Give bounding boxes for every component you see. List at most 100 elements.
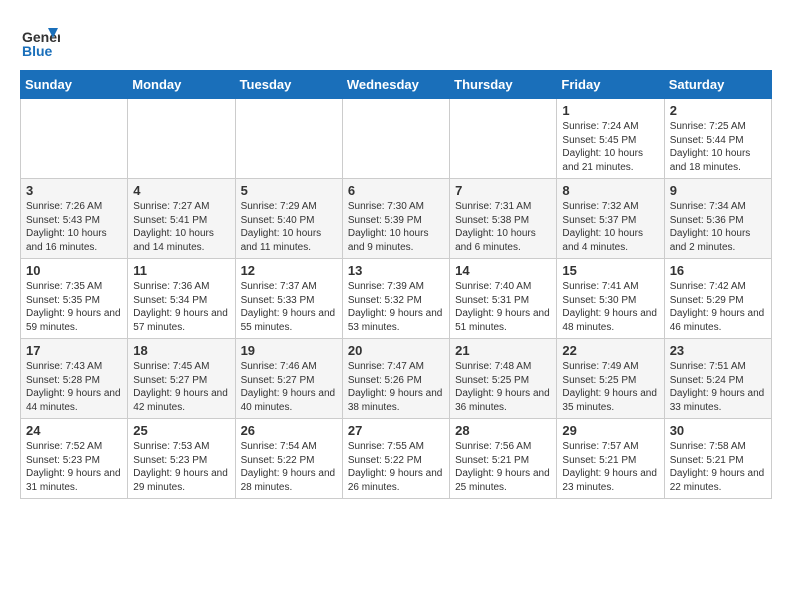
day-number: 18 <box>133 343 229 358</box>
day-number: 13 <box>348 263 444 278</box>
calendar-cell: 27 Sunrise: 7:55 AM Sunset: 5:22 PM Dayli… <box>342 419 449 499</box>
calendar-week-row: 10 Sunrise: 7:35 AM Sunset: 5:35 PM Dayli… <box>21 259 772 339</box>
day-number: 12 <box>241 263 337 278</box>
day-number: 17 <box>26 343 122 358</box>
logo-icon: General Blue <box>20 20 60 60</box>
day-detail: Sunrise: 7:49 AM Sunset: 5:25 PM Dayligh… <box>562 360 658 414</box>
calendar-cell: 26 Sunrise: 7:54 AM Sunset: 5:22 PM Dayli… <box>235 419 342 499</box>
day-number: 5 <box>241 183 337 198</box>
calendar-cell: 20 Sunrise: 7:47 AM Sunset: 5:26 PM Dayli… <box>342 339 449 419</box>
calendar-cell: 15 Sunrise: 7:41 AM Sunset: 5:30 PM Dayli… <box>557 259 664 339</box>
calendar-cell: 10 Sunrise: 7:35 AM Sunset: 5:35 PM Dayli… <box>21 259 128 339</box>
day-detail: Sunrise: 7:39 AM Sunset: 5:32 PM Dayligh… <box>348 280 444 334</box>
day-detail: Sunrise: 7:35 AM Sunset: 5:35 PM Dayligh… <box>26 280 122 334</box>
calendar-cell <box>342 99 449 179</box>
day-number: 10 <box>26 263 122 278</box>
day-detail: Sunrise: 7:31 AM Sunset: 5:38 PM Dayligh… <box>455 200 551 254</box>
day-detail: Sunrise: 7:37 AM Sunset: 5:33 PM Dayligh… <box>241 280 337 334</box>
day-number: 29 <box>562 423 658 438</box>
day-number: 30 <box>670 423 766 438</box>
weekday-header-saturday: Saturday <box>664 71 771 99</box>
day-detail: Sunrise: 7:51 AM Sunset: 5:24 PM Dayligh… <box>670 360 766 414</box>
calendar-cell: 9Sunrise: 7:34 AM Sunset: 5:36 PM Daylig… <box>664 179 771 259</box>
day-detail: Sunrise: 7:29 AM Sunset: 5:40 PM Dayligh… <box>241 200 337 254</box>
weekday-header-wednesday: Wednesday <box>342 71 449 99</box>
day-number: 1 <box>562 103 658 118</box>
calendar-cell: 13 Sunrise: 7:39 AM Sunset: 5:32 PM Dayli… <box>342 259 449 339</box>
calendar-cell: 17 Sunrise: 7:43 AM Sunset: 5:28 PM Dayli… <box>21 339 128 419</box>
day-number: 21 <box>455 343 551 358</box>
day-detail: Sunrise: 7:55 AM Sunset: 5:22 PM Dayligh… <box>348 440 444 494</box>
calendar-cell: 3Sunrise: 7:26 AM Sunset: 5:43 PM Daylig… <box>21 179 128 259</box>
calendar-cell: 8Sunrise: 7:32 AM Sunset: 5:37 PM Daylig… <box>557 179 664 259</box>
calendar-cell: 22 Sunrise: 7:49 AM Sunset: 5:25 PM Dayli… <box>557 339 664 419</box>
day-number: 16 <box>670 263 766 278</box>
day-number: 2 <box>670 103 766 118</box>
calendar-cell: 14Sunrise: 7:40 AM Sunset: 5:31 PM Dayli… <box>450 259 557 339</box>
day-number: 11 <box>133 263 229 278</box>
day-number: 15 <box>562 263 658 278</box>
day-detail: Sunrise: 7:30 AM Sunset: 5:39 PM Dayligh… <box>348 200 444 254</box>
calendar-cell: 19 Sunrise: 7:46 AM Sunset: 5:27 PM Dayli… <box>235 339 342 419</box>
svg-text:Blue: Blue <box>22 43 53 59</box>
calendar-week-row: 24 Sunrise: 7:52 AM Sunset: 5:23 PM Dayli… <box>21 419 772 499</box>
calendar-cell <box>128 99 235 179</box>
day-detail: Sunrise: 7:42 AM Sunset: 5:29 PM Dayligh… <box>670 280 766 334</box>
day-detail: Sunrise: 7:47 AM Sunset: 5:26 PM Dayligh… <box>348 360 444 414</box>
calendar-cell: 24 Sunrise: 7:52 AM Sunset: 5:23 PM Dayli… <box>21 419 128 499</box>
weekday-header-friday: Friday <box>557 71 664 99</box>
calendar-cell: 16 Sunrise: 7:42 AM Sunset: 5:29 PM Dayli… <box>664 259 771 339</box>
logo: General Blue <box>20 20 64 60</box>
day-detail: Sunrise: 7:46 AM Sunset: 5:27 PM Dayligh… <box>241 360 337 414</box>
calendar-cell: 21 Sunrise: 7:48 AM Sunset: 5:25 PM Dayli… <box>450 339 557 419</box>
day-detail: Sunrise: 7:41 AM Sunset: 5:30 PM Dayligh… <box>562 280 658 334</box>
calendar-week-row: 1 Sunrise: 7:24 AM Sunset: 5:45 PM Daylig… <box>21 99 772 179</box>
day-detail: Sunrise: 7:57 AM Sunset: 5:21 PM Dayligh… <box>562 440 658 494</box>
day-detail: Sunrise: 7:45 AM Sunset: 5:27 PM Dayligh… <box>133 360 229 414</box>
weekday-header-sunday: Sunday <box>21 71 128 99</box>
calendar-cell: 25 Sunrise: 7:53 AM Sunset: 5:23 PM Dayli… <box>128 419 235 499</box>
day-number: 27 <box>348 423 444 438</box>
calendar-cell: 1 Sunrise: 7:24 AM Sunset: 5:45 PM Daylig… <box>557 99 664 179</box>
day-number: 6 <box>348 183 444 198</box>
day-detail: Sunrise: 7:32 AM Sunset: 5:37 PM Dayligh… <box>562 200 658 254</box>
day-number: 20 <box>348 343 444 358</box>
calendar-cell: 18 Sunrise: 7:45 AM Sunset: 5:27 PM Dayli… <box>128 339 235 419</box>
calendar-cell: 30 Sunrise: 7:58 AM Sunset: 5:21 PM Dayli… <box>664 419 771 499</box>
day-detail: Sunrise: 7:24 AM Sunset: 5:45 PM Dayligh… <box>562 120 658 174</box>
calendar-cell: 7 Sunrise: 7:31 AM Sunset: 5:38 PM Daylig… <box>450 179 557 259</box>
day-number: 19 <box>241 343 337 358</box>
day-detail: Sunrise: 7:25 AM Sunset: 5:44 PM Dayligh… <box>670 120 766 174</box>
day-detail: Sunrise: 7:34 AM Sunset: 5:36 PM Dayligh… <box>670 200 766 254</box>
day-detail: Sunrise: 7:27 AM Sunset: 5:41 PM Dayligh… <box>133 200 229 254</box>
weekday-header-tuesday: Tuesday <box>235 71 342 99</box>
calendar-header-row: SundayMondayTuesdayWednesdayThursdayFrid… <box>21 71 772 99</box>
calendar-cell <box>21 99 128 179</box>
day-number: 22 <box>562 343 658 358</box>
calendar-cell: 11Sunrise: 7:36 AM Sunset: 5:34 PM Dayli… <box>128 259 235 339</box>
day-detail: Sunrise: 7:48 AM Sunset: 5:25 PM Dayligh… <box>455 360 551 414</box>
day-number: 25 <box>133 423 229 438</box>
day-number: 24 <box>26 423 122 438</box>
calendar-cell: 29 Sunrise: 7:57 AM Sunset: 5:21 PM Dayli… <box>557 419 664 499</box>
calendar-cell: 5 Sunrise: 7:29 AM Sunset: 5:40 PM Daylig… <box>235 179 342 259</box>
day-detail: Sunrise: 7:58 AM Sunset: 5:21 PM Dayligh… <box>670 440 766 494</box>
day-number: 4 <box>133 183 229 198</box>
day-number: 7 <box>455 183 551 198</box>
day-number: 28 <box>455 423 551 438</box>
day-detail: Sunrise: 7:43 AM Sunset: 5:28 PM Dayligh… <box>26 360 122 414</box>
day-number: 23 <box>670 343 766 358</box>
day-detail: Sunrise: 7:54 AM Sunset: 5:22 PM Dayligh… <box>241 440 337 494</box>
day-detail: Sunrise: 7:53 AM Sunset: 5:23 PM Dayligh… <box>133 440 229 494</box>
day-number: 3 <box>26 183 122 198</box>
weekday-header-monday: Monday <box>128 71 235 99</box>
calendar-cell: 28 Sunrise: 7:56 AM Sunset: 5:21 PM Dayli… <box>450 419 557 499</box>
day-detail: Sunrise: 7:56 AM Sunset: 5:21 PM Dayligh… <box>455 440 551 494</box>
day-detail: Sunrise: 7:40 AM Sunset: 5:31 PM Dayligh… <box>455 280 551 334</box>
calendar-cell: 4 Sunrise: 7:27 AM Sunset: 5:41 PM Daylig… <box>128 179 235 259</box>
calendar-cell <box>450 99 557 179</box>
page-header: General Blue <box>20 20 772 60</box>
day-detail: Sunrise: 7:52 AM Sunset: 5:23 PM Dayligh… <box>26 440 122 494</box>
calendar-week-row: 17 Sunrise: 7:43 AM Sunset: 5:28 PM Dayli… <box>21 339 772 419</box>
day-number: 26 <box>241 423 337 438</box>
